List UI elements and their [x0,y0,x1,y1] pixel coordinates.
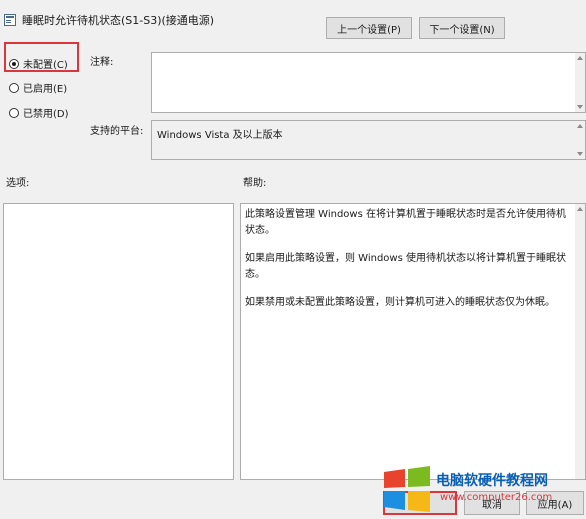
help-paragraph: 如果禁用或未配置此策略设置，则计算机可进入的睡眠状态仅为休眠。 [245,297,555,308]
platform-value: Windows Vista 及以上版本 [157,130,283,141]
help-paragraph: 此策略设置管理 Windows 在将计算机置于睡眠状态时是否允许使用待机状态。 [245,209,566,236]
radio-enabled-button[interactable] [9,82,19,93]
scroll-up-icon[interactable] [577,124,583,128]
dialog-title: 睡眠时允许待机状态(S1-S3)(接通电源) [22,14,215,27]
scroll-up-icon[interactable] [577,56,583,60]
radio-enabled[interactable]: 已启用(E) [9,80,67,95]
help-paragraph: 如果启用此策略设置，则 Windows 使用待机状态以将计算机置于睡眠状态。 [245,253,566,280]
help-panel: 此策略设置管理 Windows 在将计算机置于睡眠状态时是否允许使用待机状态。 … [240,203,586,480]
watermark-url: www.computer26.com [440,492,553,503]
help-scrollbar[interactable] [575,204,585,479]
platform-field: Windows Vista 及以上版本 [151,120,586,160]
prev-setting-button[interactable]: 上一个设置(P) [326,17,412,39]
comment-field[interactable] [151,52,586,113]
platform-scrollbar[interactable] [575,121,585,159]
help-label: 帮助: [243,178,267,189]
scroll-down-icon[interactable] [577,105,583,109]
comment-label: 注释: [90,57,114,68]
watermark-title: 电脑软硬件教程网 [436,473,548,489]
windows-logo-icon [384,466,430,512]
radio-not-configured[interactable]: 未配置(C) [9,56,68,71]
platform-label: 支持的平台: [90,126,144,137]
radio-not-configured-button[interactable] [9,58,19,69]
scroll-down-icon[interactable] [577,152,583,156]
radio-enabled-label: 已启用(E) [23,84,68,95]
comment-scrollbar[interactable] [575,53,585,112]
help-text: 此策略设置管理 Windows 在将计算机置于睡眠状态时是否允许使用待机状态。 … [245,207,573,323]
radio-disabled-label: 已禁用(D) [23,109,69,120]
scroll-up-icon[interactable] [577,207,583,211]
radio-disabled[interactable]: 已禁用(D) [9,105,69,120]
options-label: 选项: [6,178,30,189]
options-panel [3,203,234,480]
radio-not-configured-label: 未配置(C) [23,60,68,71]
next-setting-button[interactable]: 下一个设置(N) [419,17,505,39]
radio-disabled-button[interactable] [9,107,19,118]
policy-icon [4,14,16,26]
